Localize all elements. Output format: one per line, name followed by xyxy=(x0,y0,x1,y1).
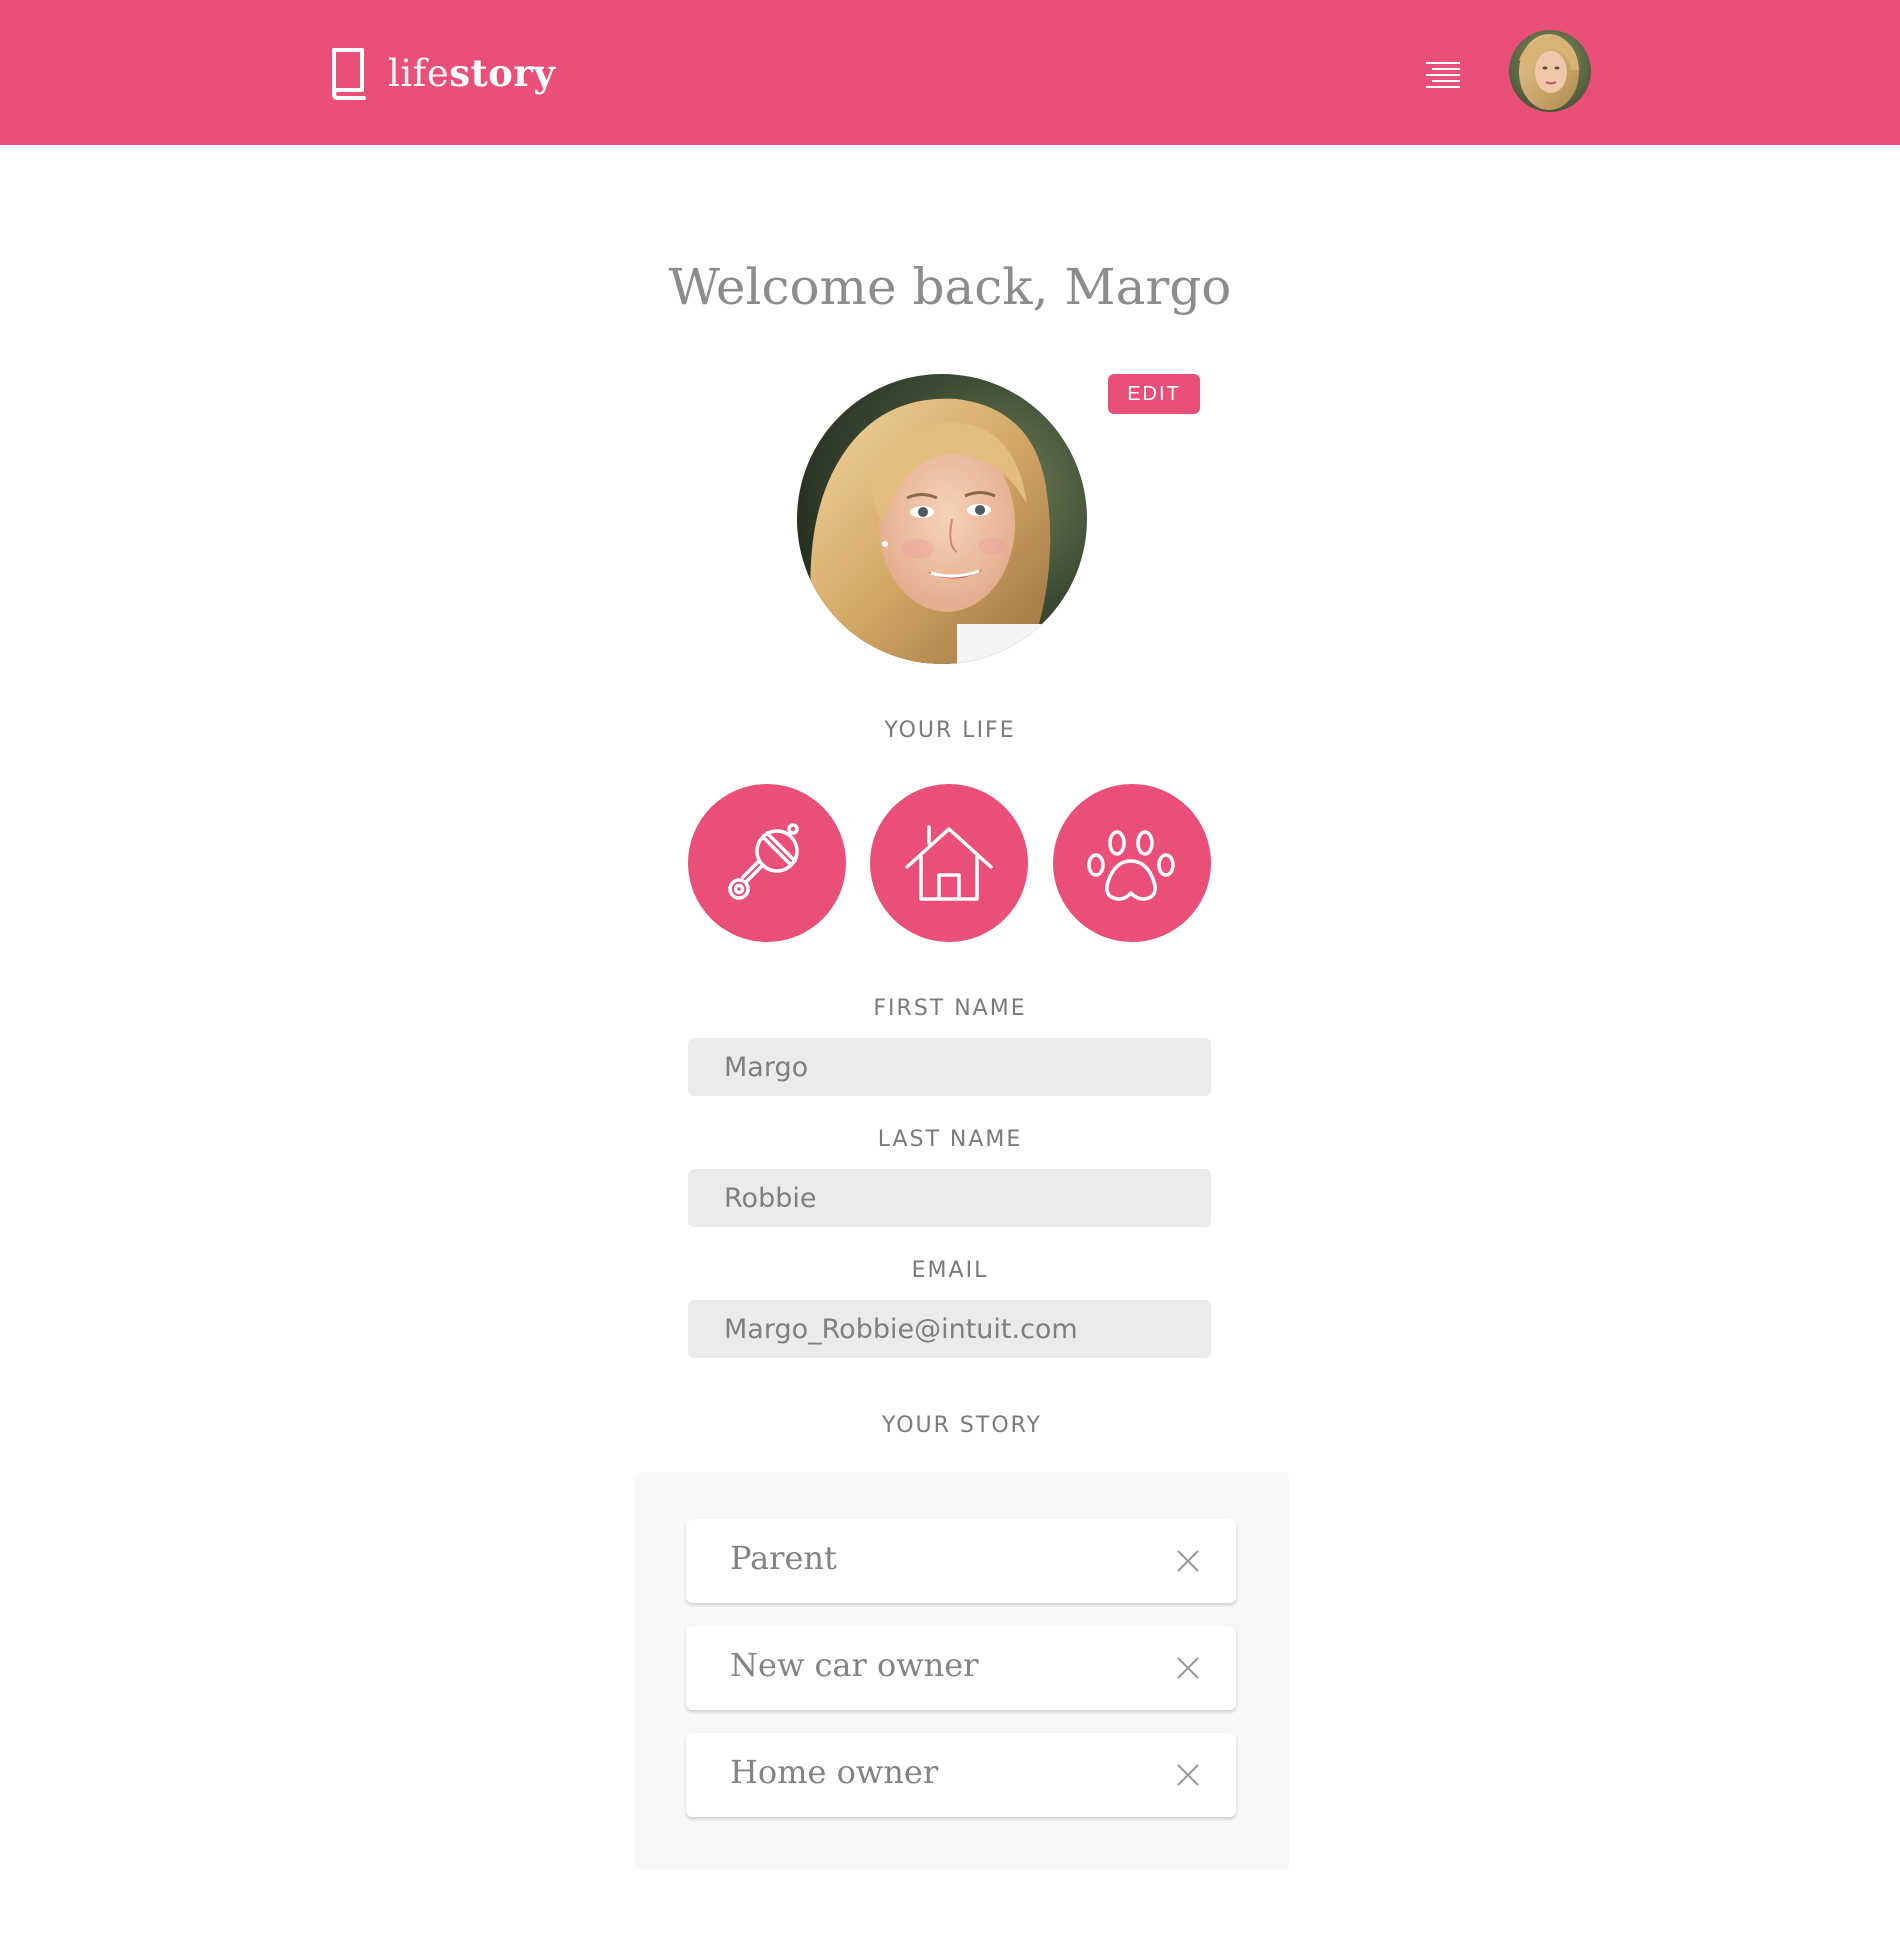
life-event-baby-button[interactable] xyxy=(688,784,846,942)
app-name-light: life xyxy=(388,51,450,95)
app-name: lifestory xyxy=(388,51,555,95)
page-title: Welcome back, Margo xyxy=(668,258,1232,316)
your-life-label: YOUR LIFE xyxy=(884,718,1016,743)
last-name-label: LAST NAME xyxy=(877,1127,1023,1152)
first-name-field[interactable] xyxy=(688,1038,1211,1096)
story-item: Home owner xyxy=(686,1733,1236,1817)
life-event-pet-button[interactable] xyxy=(1053,784,1211,942)
menu-lines-icon xyxy=(1426,62,1460,88)
your-story-label: YOUR STORY xyxy=(882,1413,1042,1438)
menu-button[interactable] xyxy=(1424,60,1462,92)
paw-icon xyxy=(1087,830,1175,901)
top-bar: lifestory xyxy=(0,0,1900,145)
story-item: New car owner xyxy=(686,1626,1236,1710)
story-item-label: Parent xyxy=(730,1539,837,1577)
profile-photo-image xyxy=(797,374,1087,664)
remove-story-button[interactable] xyxy=(1174,1654,1202,1682)
close-icon xyxy=(1177,1764,1199,1786)
baby-rattle-icon xyxy=(728,823,799,900)
profile-photo xyxy=(797,374,1087,664)
close-icon xyxy=(1177,1657,1199,1679)
email-field[interactable] xyxy=(688,1300,1211,1358)
avatar-photo xyxy=(1509,30,1591,112)
close-icon xyxy=(1177,1550,1199,1572)
edit-profile-button[interactable]: EDIT xyxy=(1108,374,1200,414)
story-item-label: Home owner xyxy=(730,1753,939,1791)
app-logo[interactable]: lifestory xyxy=(328,46,555,100)
book-icon xyxy=(332,48,366,100)
story-item-label: New car owner xyxy=(730,1646,979,1684)
life-event-home-button[interactable] xyxy=(870,784,1028,942)
remove-story-button[interactable] xyxy=(1174,1547,1202,1575)
user-avatar[interactable] xyxy=(1509,30,1591,112)
last-name-field[interactable] xyxy=(688,1169,1211,1227)
first-name-label: FIRST NAME xyxy=(873,996,1027,1021)
house-icon xyxy=(905,825,993,901)
app-name-bold: story xyxy=(449,50,556,95)
email-label: EMAIL xyxy=(911,1258,989,1283)
remove-story-button[interactable] xyxy=(1174,1761,1202,1789)
story-item: Parent xyxy=(686,1519,1236,1603)
